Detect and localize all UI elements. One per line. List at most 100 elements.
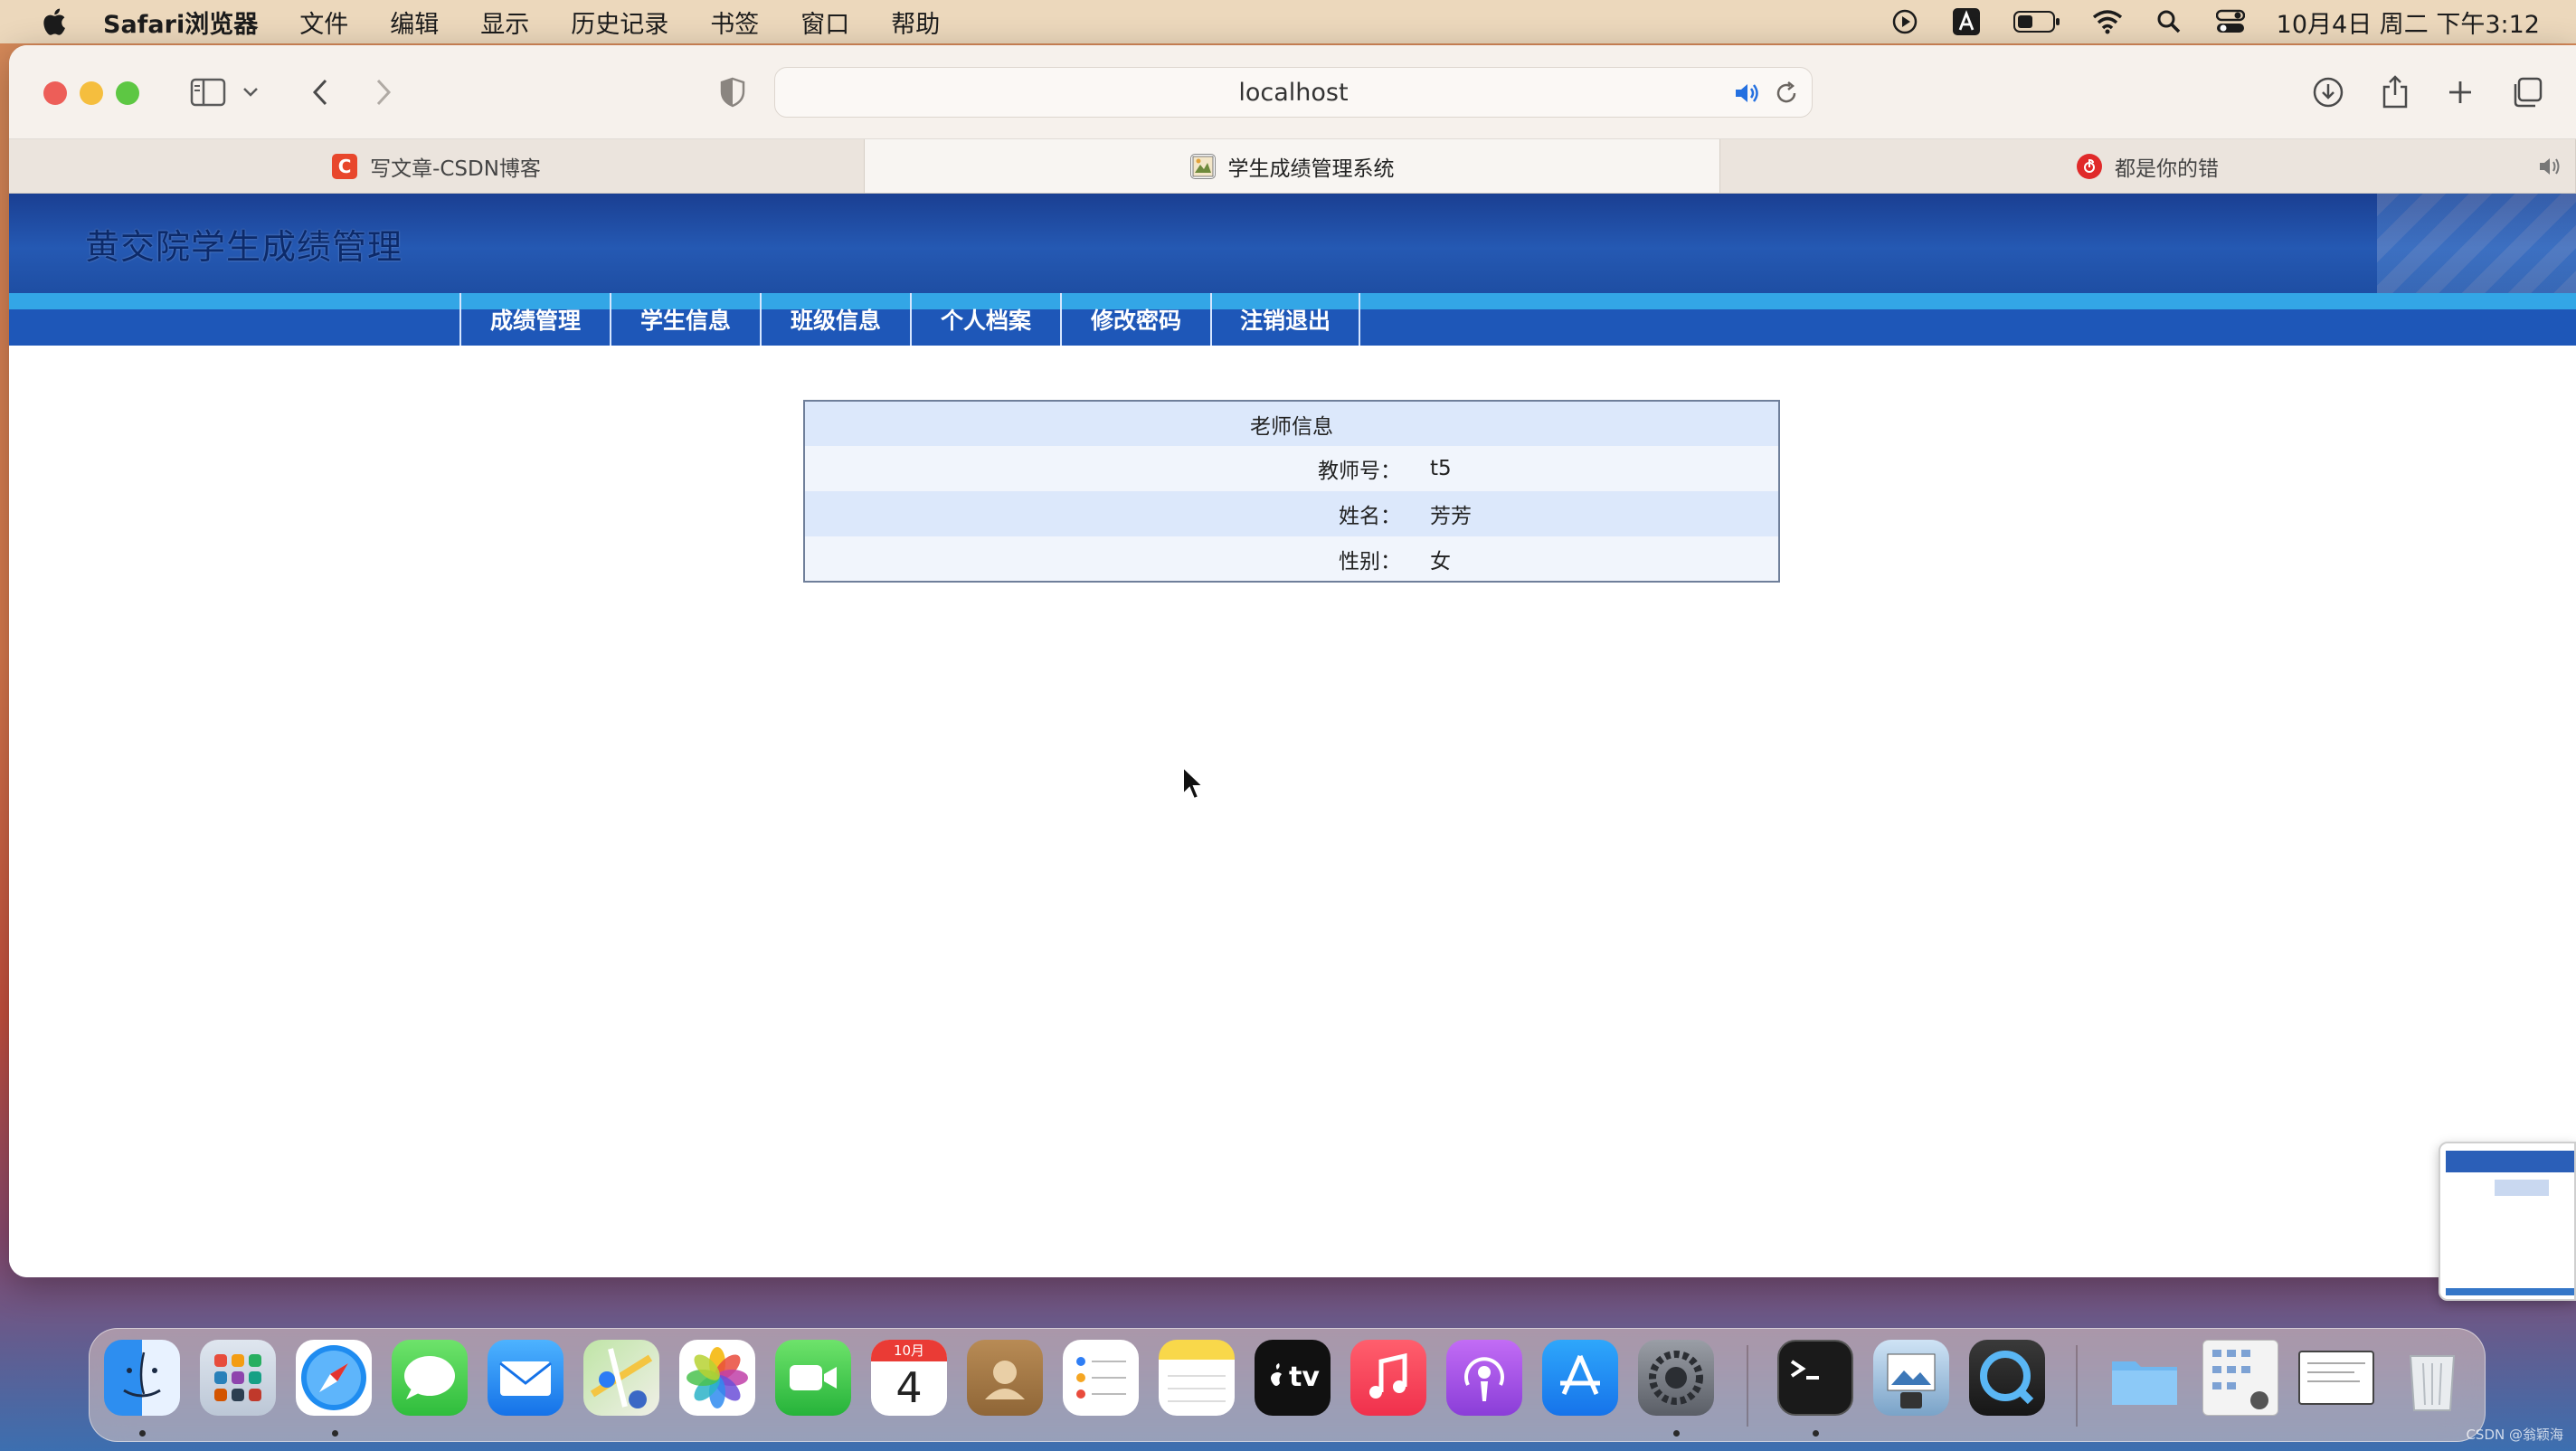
new-tab-plus-icon[interactable] [2439,72,2482,112]
sidebar-toggle-icon[interactable] [186,72,230,112]
address-bar[interactable]: localhost [774,67,1813,118]
tv-label: tv [1289,1361,1320,1393]
tab-overview-icon[interactable] [2505,72,2549,112]
tab-speaker-icon[interactable] [2537,154,2562,179]
control-center-icon[interactable] [2215,6,2246,37]
notes-icon[interactable] [1159,1340,1235,1416]
spotlight-search-icon[interactable] [2154,6,2184,37]
downloads-icon[interactable] [2306,72,2350,112]
messages-icon[interactable] [392,1340,468,1416]
teacher-id-label: 教师号： [804,446,1416,491]
input-source-icon[interactable] [1951,6,1982,37]
menu-app-name[interactable]: Safari浏览器 [103,5,258,40]
reminders-icon[interactable] [1063,1340,1139,1416]
photos-icon[interactable] [679,1340,755,1416]
teacher-id-value: t5 [1416,446,1779,491]
calendar-month: 10月 [871,1340,947,1361]
safari-icon[interactable] [296,1340,372,1416]
minimize-window-button[interactable] [80,81,103,105]
downloads-stack-icon[interactable] [2202,1340,2278,1416]
menu-help[interactable]: 帮助 [891,5,940,40]
nav-class-info[interactable]: 班级信息 [760,293,910,346]
fullscreen-window-button[interactable] [116,81,139,105]
tab-label: 都是你的错 [2115,156,2219,181]
screenshot-thumbnail[interactable] [2439,1142,2576,1301]
url-text[interactable]: localhost [1238,79,1348,107]
nav-student-info[interactable]: 学生信息 [610,293,760,346]
forward-arrow-icon[interactable] [362,72,405,112]
nav-grades[interactable]: 成绩管理 [459,293,610,346]
web-page: 黄交院学生成绩管理 成绩管理 学生信息 班级信息 个人档案 修改密码 注销退出 … [9,194,2576,1277]
finder-icon[interactable] [104,1340,180,1416]
terminal-running-indicator [1813,1430,1819,1437]
mail-icon[interactable] [488,1340,564,1416]
window-thumbnail-icon[interactable] [2298,1351,2374,1405]
apple-tv-icon[interactable]: tv [1255,1340,1331,1416]
nav-change-password[interactable]: 修改密码 [1060,293,1210,346]
terminal-icon[interactable] [1777,1340,1853,1416]
nav-profile[interactable]: 个人档案 [910,293,1060,346]
now-playing-icon[interactable] [1889,6,1920,37]
calendar-icon[interactable]: 10月 4 [871,1340,947,1416]
menu-bookmarks[interactable]: 书签 [710,5,759,40]
app-store-icon[interactable] [1542,1340,1618,1416]
wifi-icon[interactable] [2092,6,2123,37]
tab-csdn[interactable]: C 写文章-CSDN博客 [9,139,865,193]
keyboard-banner-image [2377,194,2576,293]
thumbnail-header [2446,1151,2574,1172]
table-row: 性别： 女 [804,536,1779,582]
privacy-shield-icon[interactable] [711,72,754,112]
tab-grade-system[interactable]: 学生成绩管理系统 [865,139,1720,193]
menu-history[interactable]: 历史记录 [571,5,668,40]
menu-window[interactable]: 窗口 [800,5,849,40]
thumbnail-footer [2446,1288,2574,1295]
thumbnail-table [2495,1180,2549,1196]
facetime-icon[interactable] [775,1340,851,1416]
tab-label: 写文章-CSDN博客 [370,156,541,181]
nav-logout[interactable]: 注销退出 [1210,293,1360,346]
trash-icon[interactable] [2394,1340,2470,1416]
tab-music[interactable]: 都是你的错 [1720,139,2576,193]
tab-label: 学生成绩管理系统 [1227,156,1395,181]
quicktime-icon[interactable] [1969,1340,2045,1416]
preview-icon[interactable] [1873,1340,1949,1416]
reload-icon[interactable] [1772,79,1801,108]
music-icon[interactable] [1350,1340,1426,1416]
table-heading-row: 老师信息 [804,401,1779,446]
apple-logo-icon[interactable] [40,6,67,37]
launchpad-icon[interactable] [200,1340,276,1416]
teacher-info-table: 老师信息 教师号： t5 姓名： 芳芳 性别： 女 [803,400,1780,583]
page-favicon-icon [1189,153,1216,179]
share-icon[interactable] [2373,72,2417,112]
tab-audio-icon[interactable] [1732,79,1761,108]
battery-icon[interactable] [2012,6,2061,37]
menu-bar: Safari浏览器 文件 编辑 显示 历史记录 书签 窗口 帮助 10月4日 周… [0,0,2576,43]
site-header-banner: 黄交院学生成绩管理 [9,194,2576,293]
menu-view[interactable]: 显示 [480,5,529,40]
table-heading: 老师信息 [804,401,1779,446]
menu-file[interactable]: 文件 [299,5,348,40]
calendar-day: 4 [895,1363,923,1412]
table-row: 姓名： 芳芳 [804,491,1779,536]
folder-icon[interactable] [2107,1340,2183,1416]
chevron-down-icon[interactable] [237,72,264,112]
menubar-clock[interactable]: 10月4日 周二 下午3:12 [2277,5,2540,40]
main-nav: 成绩管理 学生信息 班级信息 个人档案 修改密码 注销退出 [9,293,2576,346]
maps-icon[interactable] [583,1340,659,1416]
settings-running-indicator [1673,1430,1680,1437]
teacher-name-label: 姓名： [804,491,1416,536]
close-window-button[interactable] [43,81,67,105]
menu-edit[interactable]: 编辑 [390,5,439,40]
teacher-gender-label: 性别： [804,536,1416,582]
teacher-name-value: 芳芳 [1416,491,1779,536]
podcasts-icon[interactable] [1446,1340,1522,1416]
dock-separator [1747,1345,1748,1427]
table-row: 教师号： t5 [804,446,1779,491]
contacts-icon[interactable] [967,1340,1043,1416]
finder-running-indicator [139,1430,146,1437]
back-arrow-icon[interactable] [298,72,342,112]
netease-music-favicon-icon [2077,153,2102,179]
system-settings-icon[interactable] [1638,1340,1714,1416]
site-title: 黄交院学生成绩管理 [85,227,403,267]
teacher-gender-value: 女 [1416,536,1779,582]
